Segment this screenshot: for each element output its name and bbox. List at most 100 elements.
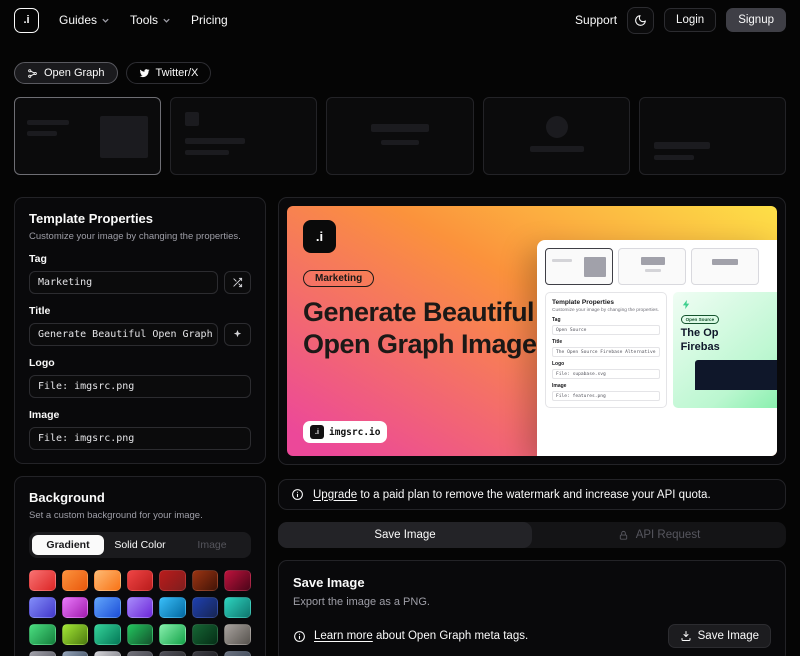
gradient-swatch-26[interactable] [159, 651, 186, 656]
nav-pricing[interactable]: Pricing [191, 13, 228, 27]
save-panel-title: Save Image [293, 575, 771, 590]
tag-input[interactable]: Marketing [29, 271, 218, 294]
inner-panel-title: Template Properties [552, 299, 660, 306]
inner-thumbnail-1 [545, 248, 613, 285]
signup-button[interactable]: Signup [726, 8, 786, 32]
template-thumbnail-3[interactable] [326, 97, 473, 175]
gradient-swatch-16[interactable] [62, 624, 89, 645]
preview-card: .i Marketing Generate Beautiful Open Gra… [278, 197, 786, 465]
title-input[interactable]: Generate Beautiful Open Graph Images [29, 323, 218, 346]
template-properties-panel: Template Properties Customize your image… [14, 197, 266, 464]
inner-mini-title: The Op Firebas [681, 327, 777, 355]
save-image-button-label: Save Image [698, 630, 759, 642]
template-thumbnail-1[interactable] [14, 97, 161, 175]
upgrade-rest: to a paid plan to remove the watermark a… [360, 489, 710, 501]
mode-tabs: Open Graph Twitter/X [0, 62, 800, 84]
learn-more-row: Learn more about Open Graph meta tags. [293, 630, 528, 643]
open-graph-icon [27, 68, 38, 79]
gradient-swatch-14[interactable] [224, 597, 251, 618]
gradient-swatch-10[interactable] [94, 597, 121, 618]
chevron-down-icon [162, 16, 171, 25]
background-subtitle: Set a custom background for your image. [29, 510, 251, 521]
gradient-swatch-25[interactable] [127, 651, 154, 656]
panel-subtitle: Customize your image by changing the pro… [29, 231, 251, 242]
thumbnail-sketch [641, 257, 665, 265]
inner-thumbnail-2 [618, 248, 686, 285]
tab-twitter-x[interactable]: Twitter/X [126, 62, 212, 84]
gradient-swatch-19[interactable] [159, 624, 186, 645]
shuffle-title-button[interactable] [224, 323, 251, 346]
gradient-swatch-21[interactable] [224, 624, 251, 645]
gradient-swatch-20[interactable] [192, 624, 219, 645]
preview-title: Generate Beautiful Open Graph Images [303, 296, 573, 361]
inner-mini-title-line2: Firebas [681, 341, 720, 353]
thumbnail-sketch [546, 116, 568, 138]
gradient-swatch-17[interactable] [94, 624, 121, 645]
thumbnail-sketch [552, 259, 572, 262]
gradient-swatch-5[interactable] [159, 570, 186, 591]
inner-thumbnail-3 [691, 248, 759, 285]
thumbnail-sketch [185, 150, 229, 155]
inner-thumbnails [545, 248, 769, 285]
learn-more-text: Learn more about Open Graph meta tags. [314, 630, 528, 642]
tab-gradient[interactable]: Gradient [32, 535, 104, 555]
download-icon [680, 630, 692, 642]
upgrade-link[interactable]: Upgrade [313, 489, 357, 501]
tab-save-image[interactable]: Save Image [278, 522, 532, 548]
save-image-button[interactable]: Save Image [668, 624, 771, 648]
theme-toggle-button[interactable] [627, 7, 654, 34]
inner-tag-input: Open Source [552, 325, 660, 335]
template-thumbnail-2[interactable] [170, 97, 317, 175]
gradient-swatch-6[interactable] [192, 570, 219, 591]
template-thumbnail-5[interactable] [639, 97, 786, 175]
gradient-swatch-23[interactable] [62, 651, 89, 656]
tab-image[interactable]: Image [176, 535, 248, 555]
action-tabs: Save Image API Request [278, 522, 786, 548]
moon-icon [634, 14, 647, 27]
gradient-swatch-9[interactable] [62, 597, 89, 618]
gradient-swatch-24[interactable] [94, 651, 121, 656]
tab-open-graph-label: Open Graph [44, 67, 105, 79]
gradient-swatch-3[interactable] [94, 570, 121, 591]
gradient-swatch-15[interactable] [29, 624, 56, 645]
gradient-swatch-8[interactable] [29, 597, 56, 618]
gradient-swatch-13[interactable] [192, 597, 219, 618]
gradient-swatch-11[interactable] [127, 597, 154, 618]
nav-pricing-label: Pricing [191, 13, 228, 27]
image-file-input[interactable]: File: imgsrc.png [29, 427, 251, 450]
gradient-swatch-1[interactable] [29, 570, 56, 591]
learn-more-link[interactable]: Learn more [314, 630, 373, 642]
inner-mini-badge: Open Source [681, 315, 720, 324]
gradient-swatch-28[interactable] [224, 651, 251, 656]
gradient-swatch-12[interactable] [159, 597, 186, 618]
info-icon [291, 488, 304, 501]
logo-file-input[interactable]: File: imgsrc.png [29, 375, 251, 398]
preview-title-line1: Generate Beautiful [303, 297, 534, 327]
nav-guides[interactable]: Guides [59, 13, 110, 27]
title-label: Title [29, 305, 251, 317]
nav-tools[interactable]: Tools [130, 13, 171, 27]
save-image-panel: Save Image Export the image as a PNG. Le… [278, 560, 786, 656]
gradient-swatch-7[interactable] [224, 570, 251, 591]
gradient-swatch-4[interactable] [127, 570, 154, 591]
learn-more-rest: about Open Graph meta tags. [376, 630, 528, 642]
shuffle-tag-button[interactable] [224, 271, 251, 294]
thumbnail-sketch [185, 138, 245, 144]
app-logo[interactable]: .i [14, 8, 39, 33]
tag-label: Tag [29, 253, 251, 265]
tab-open-graph[interactable]: Open Graph [14, 62, 118, 84]
nav-support[interactable]: Support [575, 13, 617, 27]
logo-label: Logo [29, 357, 251, 369]
inner-logo-label: Logo [552, 361, 660, 367]
gradient-swatch-18[interactable] [127, 624, 154, 645]
gradient-swatch-22[interactable] [29, 651, 56, 656]
tab-solid-color[interactable]: Solid Color [104, 535, 176, 555]
template-thumbnail-4[interactable] [483, 97, 630, 175]
inner-title-input: The Open Source Firebase Alternative [552, 347, 660, 357]
tab-api-request[interactable]: API Request [532, 522, 786, 548]
gradient-swatch-27[interactable] [192, 651, 219, 656]
gradient-swatch-2[interactable] [62, 570, 89, 591]
login-button[interactable]: Login [664, 8, 716, 32]
chevron-down-icon [101, 16, 110, 25]
background-panel: Background Set a custom background for y… [14, 476, 266, 656]
